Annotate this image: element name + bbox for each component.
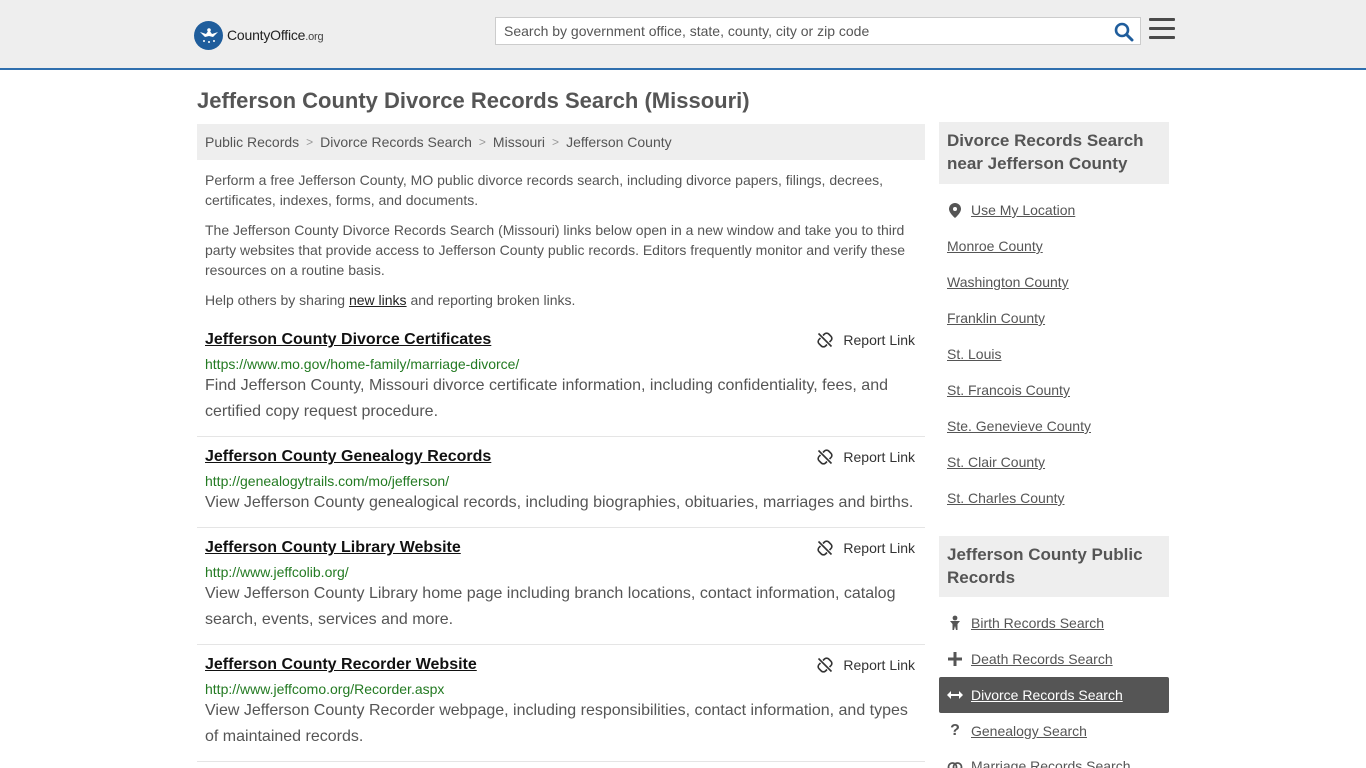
nearby-item: St. Francois County: [939, 372, 1169, 408]
nearby-link-st-clair-county[interactable]: St. Clair County: [947, 454, 1045, 470]
nearby-heading: Divorce Records Search near Jefferson Co…: [939, 122, 1169, 184]
logo-name: CountyOffice: [227, 27, 306, 43]
search-input[interactable]: [496, 18, 1114, 44]
report-link-label: Report Link: [843, 332, 915, 348]
listing-item: Jefferson County Divorce Certificates Re…: [197, 331, 925, 437]
sidebar-item-birth-records: Birth Records Search: [939, 605, 1169, 641]
listing-title-link[interactable]: Jefferson County Genealogy Records: [205, 448, 491, 466]
search-icon: [1114, 22, 1134, 42]
broken-link-icon: [817, 540, 834, 556]
nearby-item: Washington County: [939, 264, 1169, 300]
menu-bar: [1149, 27, 1175, 30]
nearby-item: Franklin County: [939, 300, 1169, 336]
breadcrumb-missouri[interactable]: Missouri: [493, 134, 545, 150]
listing-url: https://www.mo.gov/home-family/marriage-…: [205, 356, 520, 372]
listing-item: Jefferson County Recorder Website Report…: [197, 656, 925, 762]
death-records-link[interactable]: Death Records Search: [971, 651, 1113, 667]
listing-description: Find Jefferson County, Missouri divorce …: [205, 377, 888, 420]
listing-url: http://www.jeffcolib.org/: [205, 564, 349, 580]
site-header: CountyOffice.org: [0, 0, 1366, 70]
report-link-button[interactable]: Report Link: [817, 332, 915, 348]
breadcrumb-separator: >: [306, 135, 314, 149]
logo-tld: .org: [305, 31, 324, 43]
intro-paragraph-3: Help others by sharing new links and rep…: [205, 290, 915, 310]
genealogy-link[interactable]: Genealogy Search: [971, 723, 1087, 739]
broken-link-icon: [817, 657, 834, 673]
listing-item: Jefferson County Library Website Report …: [197, 539, 925, 645]
eagle-seal-icon: [194, 20, 223, 50]
split-arrows-icon: [947, 687, 963, 703]
breadcrumb-current: Jefferson County: [566, 134, 672, 150]
public-records-heading: Jefferson County Public Records: [939, 536, 1169, 597]
nearby-link-monroe-county[interactable]: Monroe County: [947, 238, 1043, 254]
breadcrumb-public-records[interactable]: Public Records: [205, 134, 299, 150]
breadcrumb-separator: >: [478, 135, 486, 149]
report-link-label: Report Link: [843, 540, 915, 556]
breadcrumb-divorce-records-search[interactable]: Divorce Records Search: [320, 134, 472, 150]
nearby-link-franklin-county[interactable]: Franklin County: [947, 310, 1045, 326]
rings-icon: [947, 758, 963, 768]
logo-wordmark: CountyOffice.org: [227, 27, 324, 43]
nearby-link-st-francois-county[interactable]: St. Francois County: [947, 382, 1070, 398]
intro-paragraph-2: The Jefferson County Divorce Records Sea…: [205, 222, 906, 278]
nearby-link-ste-genevieve-county[interactable]: Ste. Genevieve County: [947, 418, 1091, 434]
report-link-label: Report Link: [843, 449, 915, 465]
nearby-item: St. Clair County: [939, 444, 1169, 480]
menu-bar: [1149, 18, 1175, 21]
sidebar-item-marriage-records: Marriage Records Search: [939, 749, 1169, 768]
broken-link-icon: [817, 449, 834, 465]
hamburger-menu-button[interactable]: [1149, 18, 1175, 42]
cross-icon: [947, 651, 963, 667]
broken-link-icon: [817, 332, 834, 348]
search-button[interactable]: [1114, 22, 1134, 42]
sidebar-item-divorce-records[interactable]: Divorce Records Search: [939, 677, 1169, 713]
nearby-item: Monroe County: [939, 228, 1169, 264]
sidebar-item-genealogy: ? Genealogy Search: [939, 713, 1169, 749]
map-pin-icon: [947, 202, 963, 218]
breadcrumb-separator: >: [552, 135, 560, 149]
new-links-link[interactable]: new links: [349, 292, 407, 308]
nearby-link-st-charles-county[interactable]: St. Charles County: [947, 490, 1065, 506]
use-my-location-item: Use My Location: [939, 192, 1169, 228]
nearby-link-st-louis[interactable]: St. Louis: [947, 346, 1001, 362]
use-my-location-link[interactable]: Use My Location: [971, 202, 1075, 218]
site-search: [495, 17, 1141, 45]
report-link-label: Report Link: [843, 657, 915, 673]
report-link-button[interactable]: Report Link: [817, 449, 915, 465]
breadcrumb: Public Records > Divorce Records Search …: [197, 124, 925, 160]
birth-records-link[interactable]: Birth Records Search: [971, 615, 1104, 631]
intro-text: and reporting broken links.: [406, 292, 576, 308]
listing-title-link[interactable]: Jefferson County Divorce Certificates: [205, 331, 491, 349]
intro-text: Help others by sharing: [205, 292, 349, 308]
divorce-records-link[interactable]: Divorce Records Search: [971, 687, 1123, 703]
nearby-link-washington-county[interactable]: Washington County: [947, 274, 1069, 290]
listing-url: http://genealogytrails.com/mo/jefferson/: [205, 473, 450, 489]
intro-paragraph-1: Perform a free Jefferson County, MO publ…: [205, 172, 884, 208]
listing-title-link[interactable]: Jefferson County Library Website: [205, 539, 461, 557]
question-icon: ?: [950, 722, 960, 739]
sidebar-item-death-records: Death Records Search: [939, 641, 1169, 677]
menu-bar: [1149, 36, 1175, 39]
nearby-item: St. Louis: [939, 336, 1169, 372]
marriage-records-link[interactable]: Marriage Records Search: [971, 758, 1131, 768]
listing-description: View Jefferson County Library home page …: [205, 585, 896, 628]
nearby-item: Ste. Genevieve County: [939, 408, 1169, 444]
listing-title-link[interactable]: Jefferson County Recorder Website: [205, 656, 477, 674]
report-link-button[interactable]: Report Link: [817, 657, 915, 673]
listing-description: View Jefferson County genealogical recor…: [205, 494, 914, 511]
page-title: Jefferson County Divorce Records Search …: [197, 88, 750, 113]
site-logo[interactable]: CountyOffice.org: [194, 20, 324, 50]
baby-icon: [947, 615, 963, 631]
report-link-button[interactable]: Report Link: [817, 540, 915, 556]
listing-item: Jefferson County Genealogy Records Repor…: [197, 448, 925, 528]
listing-url: http://www.jeffcomo.org/Recorder.aspx: [205, 681, 445, 697]
nearby-item: St. Charles County: [939, 480, 1169, 516]
listing-description: View Jefferson County Recorder webpage, …: [205, 702, 908, 745]
